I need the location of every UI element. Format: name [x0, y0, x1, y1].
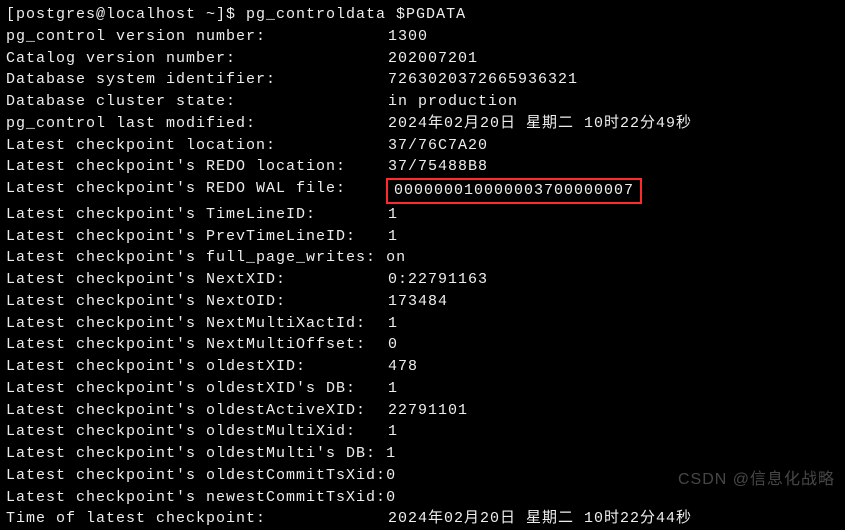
output-row: Latest checkpoint's oldestCommitTsXid:0 [6, 465, 839, 487]
output-row: Latest checkpoint's oldestXID's DB:1 [6, 378, 839, 400]
output-row: Latest checkpoint's NextXID:0:22791163 [6, 269, 839, 291]
row-value: 478 [388, 356, 418, 378]
shell-prompt[interactable]: [postgres@localhost ~]$ pg_controldata $… [6, 4, 839, 26]
row-value: 1300 [388, 26, 428, 48]
row-value: 1 [388, 421, 398, 443]
row-value: in production [388, 91, 518, 113]
row-label: Latest checkpoint's NextXID: [6, 269, 388, 291]
row-label: Database system identifier: [6, 69, 388, 91]
row-label: Catalog version number: [6, 48, 388, 70]
output-row: Catalog version number:202007201 [6, 48, 839, 70]
output-row: Latest checkpoint's full_page_writes: on [6, 247, 839, 269]
output-row: Time of latest checkpoint:2024年02月20日 星期… [6, 508, 839, 530]
controldata-output: pg_control version number:1300Catalog ve… [6, 26, 839, 530]
output-row: Database cluster state:in production [6, 91, 839, 113]
row-value: 2024年02月20日 星期二 10时22分49秒 [388, 113, 692, 135]
output-row: pg_control last modified:2024年02月20日 星期二… [6, 113, 839, 135]
row-label: Latest checkpoint's TimeLineID: [6, 204, 388, 226]
output-row: Latest checkpoint's REDO location:37/754… [6, 156, 839, 178]
output-row: Latest checkpoint's oldestMultiXid:1 [6, 421, 839, 443]
output-row: Latest checkpoint's NextMultiXactId:1 [6, 313, 839, 335]
output-row: Latest checkpoint's oldestMulti's DB: 1 [6, 443, 839, 465]
output-row: Latest checkpoint's REDO WAL file:000000… [6, 178, 839, 204]
row-label: pg_control last modified: [6, 113, 388, 135]
row-value: 1 [376, 443, 396, 465]
row-label: Latest checkpoint location: [6, 135, 388, 157]
row-value: 1 [388, 313, 398, 335]
row-label: Latest checkpoint's oldestMultiXid: [6, 421, 388, 443]
row-label: Latest checkpoint's oldestXID's DB: [6, 378, 388, 400]
output-row: Latest checkpoint location:37/76C7A20 [6, 135, 839, 157]
row-value: 0 [388, 334, 398, 356]
output-row: pg_control version number:1300 [6, 26, 839, 48]
row-label: Latest checkpoint's PrevTimeLineID: [6, 226, 388, 248]
row-value: 2024年02月20日 星期二 10时22分44秒 [388, 508, 692, 530]
highlighted-value: 000000010000003700000007 [386, 178, 642, 204]
row-value: 1 [388, 204, 398, 226]
output-row: Latest checkpoint's oldestXID:478 [6, 356, 839, 378]
output-row: Database system identifier:7263020372665… [6, 69, 839, 91]
row-label: Database cluster state: [6, 91, 388, 113]
row-value: 202007201 [388, 48, 478, 70]
row-value: 173484 [388, 291, 448, 313]
row-value: 1 [388, 226, 398, 248]
row-label: Latest checkpoint's REDO WAL file: [6, 178, 388, 204]
row-label: Latest checkpoint's oldestXID: [6, 356, 388, 378]
row-value: on [376, 247, 406, 269]
row-label: Latest checkpoint's oldestMulti's DB: [6, 443, 376, 465]
row-label: Latest checkpoint's oldestActiveXID: [6, 400, 388, 422]
row-label: Time of latest checkpoint: [6, 508, 388, 530]
row-value: 37/76C7A20 [388, 135, 488, 157]
row-label: Latest checkpoint's NextMultiXactId: [6, 313, 388, 335]
output-row: Latest checkpoint's NextOID:173484 [6, 291, 839, 313]
row-label: Latest checkpoint's NextMultiOffset: [6, 334, 388, 356]
row-label: Latest checkpoint's NextOID: [6, 291, 388, 313]
output-row: Latest checkpoint's NextMultiOffset:0 [6, 334, 839, 356]
row-label: pg_control version number: [6, 26, 388, 48]
row-label: Latest checkpoint's full_page_writes: [6, 247, 376, 269]
row-value: 22791101 [388, 400, 468, 422]
row-value: 0:22791163 [388, 269, 488, 291]
row-label: Latest checkpoint's oldestCommitTsXid: [6, 465, 386, 487]
row-value: 1 [388, 378, 398, 400]
output-row: Latest checkpoint's oldestActiveXID:2279… [6, 400, 839, 422]
row-value: 37/75488B8 [388, 156, 488, 178]
output-row: Latest checkpoint's PrevTimeLineID:1 [6, 226, 839, 248]
row-value: 0 [386, 465, 396, 487]
output-row: Latest checkpoint's TimeLineID:1 [6, 204, 839, 226]
row-value: 7263020372665936321 [388, 69, 578, 91]
row-label: Latest checkpoint's REDO location: [6, 156, 388, 178]
